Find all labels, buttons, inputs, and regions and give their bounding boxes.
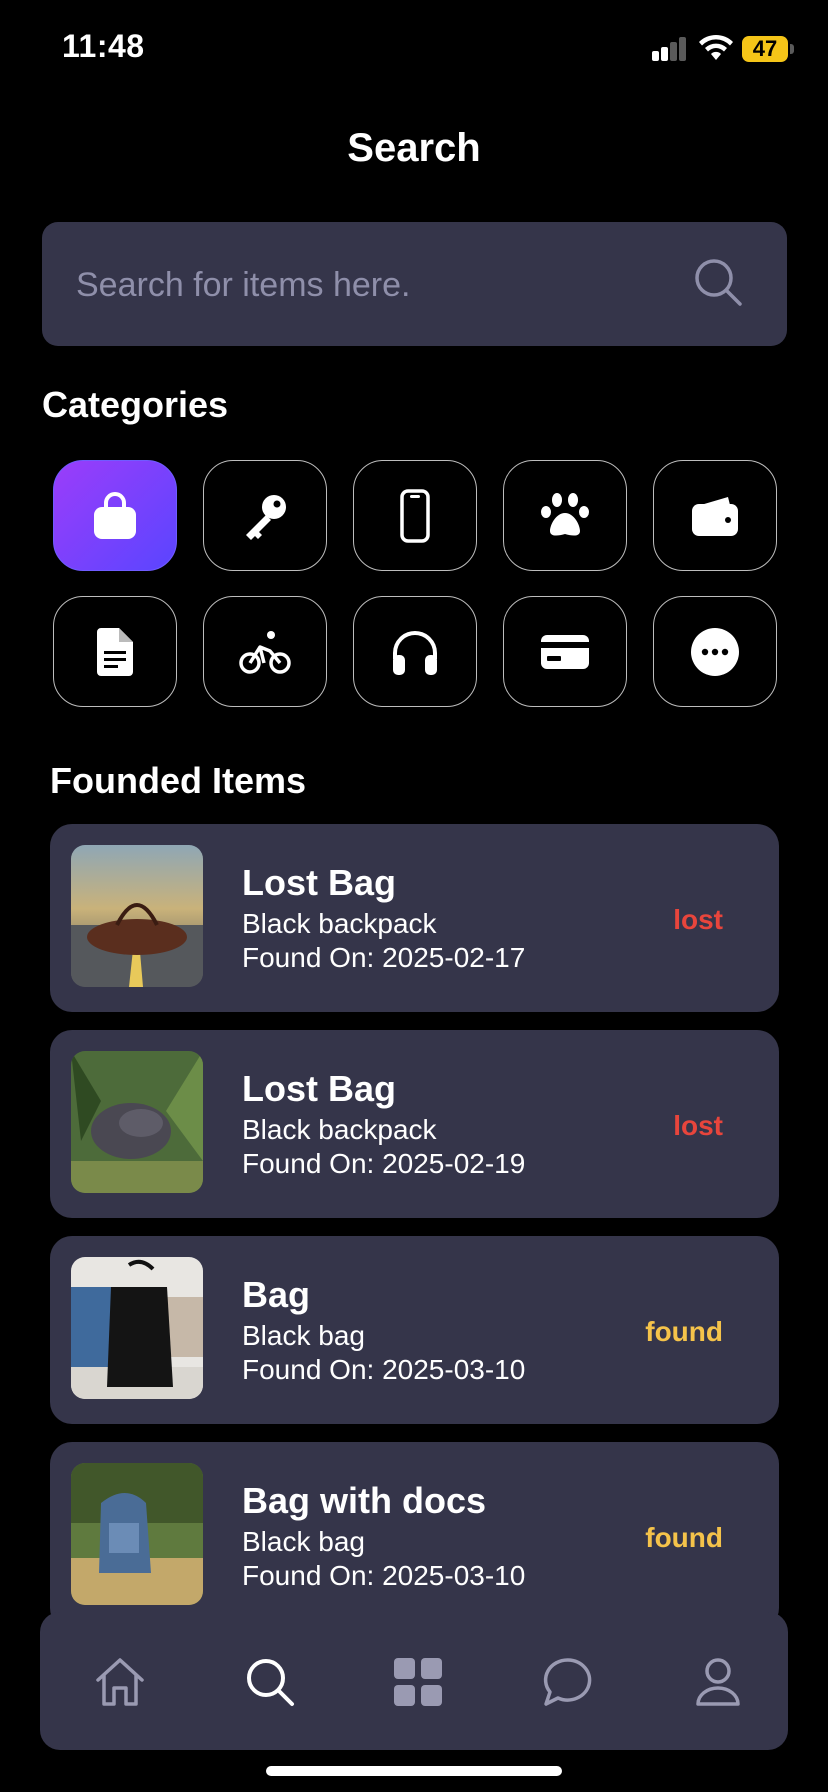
item-photo — [71, 1463, 203, 1605]
chat-icon — [543, 1658, 592, 1706]
search-icon — [247, 1659, 294, 1706]
item-description: Black backpack — [242, 908, 437, 939]
more-icon — [691, 627, 739, 676]
status-badge: lost — [673, 904, 723, 935]
item-date: Found On: 2025-02-17 — [242, 942, 526, 973]
page-title: Search — [347, 126, 481, 170]
search-bar[interactable] — [42, 222, 787, 346]
item-photo — [71, 1051, 203, 1193]
item-card[interactable]: Bag Black bag Found On: 2025-03-10 found — [50, 1236, 779, 1424]
item-date: Found On: 2025-03-10 — [242, 1560, 526, 1591]
category-headphones-button[interactable] — [353, 596, 477, 707]
item-title: Lost Bag — [242, 1068, 397, 1109]
categories-heading: Categories — [42, 384, 229, 425]
item-description: Black bag — [242, 1320, 365, 1351]
item-description: Black backpack — [242, 1114, 437, 1145]
battery-cap — [790, 44, 794, 54]
category-pets-button[interactable] — [503, 460, 627, 571]
item-date: Found On: 2025-02-19 — [242, 1148, 526, 1179]
item-title: Bag with docs — [242, 1480, 487, 1521]
headphones-icon — [393, 630, 437, 675]
item-photo — [71, 845, 203, 987]
status-bar: 11:48 47 — [0, 0, 828, 100]
category-cards-button[interactable] — [503, 596, 627, 707]
category-wallets-button[interactable] — [653, 460, 777, 571]
bag-icon — [94, 491, 136, 539]
search-icon[interactable] — [690, 254, 746, 310]
item-title: Bag — [242, 1274, 311, 1315]
item-description: Black bag — [242, 1526, 365, 1557]
wifi-icon — [699, 34, 733, 60]
wallet-icon — [692, 496, 738, 536]
phone-icon — [400, 488, 430, 543]
cellular-signal-icon — [652, 37, 688, 61]
category-bags-button[interactable] — [53, 460, 177, 571]
key-icon — [246, 494, 286, 540]
nav-dashboard-button[interactable] — [390, 1654, 446, 1710]
grid-icon — [394, 1658, 442, 1706]
nav-home-button[interactable] — [92, 1654, 148, 1710]
home-icon — [96, 1658, 144, 1706]
nav-search-button[interactable] — [242, 1654, 298, 1710]
home-indicator[interactable] — [266, 1766, 562, 1776]
status-badge: found — [645, 1522, 723, 1553]
item-card[interactable]: Bag with docs Black bag Found On: 2025-0… — [50, 1442, 779, 1630]
profile-icon — [696, 1658, 740, 1706]
card-icon — [541, 634, 589, 669]
item-card[interactable]: Lost Bag Black backpack Found On: 2025-0… — [50, 1030, 779, 1218]
category-more-button[interactable] — [653, 596, 777, 707]
document-icon — [97, 627, 133, 676]
paw-icon — [541, 492, 589, 536]
bicycle-icon — [239, 630, 291, 674]
item-date: Found On: 2025-03-10 — [242, 1354, 526, 1385]
search-screen: 11:48 47 Search Categories — [0, 0, 828, 1792]
status-time: 11:48 — [62, 28, 145, 64]
item-title: Lost Bag — [242, 862, 397, 903]
status-badge: found — [645, 1316, 723, 1347]
nav-chat-button[interactable] — [540, 1654, 596, 1710]
founded-items-heading: Founded Items — [50, 760, 307, 801]
category-keys-button[interactable] — [203, 460, 327, 571]
search-input[interactable] — [74, 256, 678, 314]
status-badge: lost — [673, 1110, 723, 1141]
battery-icon: 47 — [742, 36, 788, 62]
category-bicycles-button[interactable] — [203, 596, 327, 707]
item-photo — [71, 1257, 203, 1399]
nav-profile-button[interactable] — [690, 1654, 746, 1710]
category-phones-button[interactable] — [353, 460, 477, 571]
bottom-nav-bar — [40, 1612, 788, 1750]
item-card[interactable]: Lost Bag Black backpack Found On: 2025-0… — [50, 824, 779, 1012]
category-documents-button[interactable] — [53, 596, 177, 707]
